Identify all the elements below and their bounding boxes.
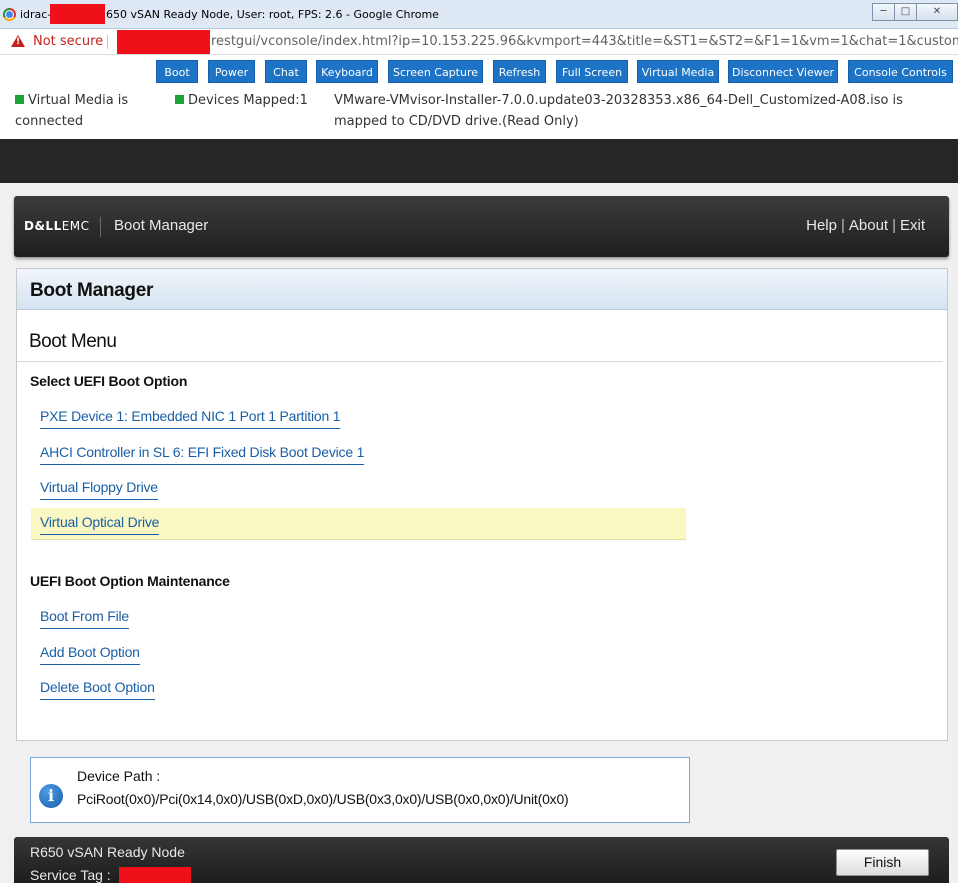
menu-title: Boot Menu — [29, 331, 117, 352]
panel-title: Boot Manager — [30, 280, 154, 301]
device-path-value: PciRoot(0x0)/Pci(0x14,0x0)/USB(0xD,0x0)/… — [77, 791, 569, 807]
virtual-floppy-link[interactable]: Virtual Floppy Drive — [40, 479, 158, 500]
power-button[interactable]: Power — [208, 60, 255, 83]
dell-header: D&LLEMC Boot Manager Help | About | Exit — [14, 196, 949, 257]
boot-button[interactable]: Boot — [156, 60, 198, 83]
status-indicator-icon — [15, 95, 24, 104]
title-bar: idrac- 650 vSAN Ready Node, User: root, … — [0, 0, 958, 29]
maintenance-option-item[interactable]: Add Boot Option — [31, 638, 686, 670]
header-links: Help | About | Exit — [806, 217, 925, 234]
finish-button[interactable]: Finish — [836, 849, 929, 876]
pxe-device-link[interactable]: PXE Device 1: Embedded NIC 1 Port 1 Part… — [40, 408, 341, 429]
window-controls: ─ □ ✕ — [872, 3, 958, 21]
window-title: 650 vSAN Ready Node, User: root, FPS: 2.… — [106, 8, 439, 21]
section-maintenance-heading: UEFI Boot Option Maintenance — [30, 573, 230, 589]
chrome-icon — [3, 8, 16, 21]
redacted-block — [50, 4, 105, 24]
maximize-icon[interactable]: □ — [894, 3, 917, 21]
iso-mapping-status: VMware-VMvisor-Installer-7.0.0.update03-… — [334, 93, 903, 129]
chat-button[interactable]: Chat — [265, 60, 307, 83]
status-indicator-icon — [175, 95, 184, 104]
keyboard-button[interactable]: Keyboard — [316, 60, 378, 83]
minimize-icon[interactable]: ─ — [872, 3, 895, 21]
close-icon[interactable]: ✕ — [916, 3, 958, 21]
warning-icon[interactable] — [11, 35, 25, 47]
console-footer: R650 vSAN Ready Node Service Tag : Finis… — [14, 837, 949, 883]
maintenance-option-item[interactable]: Delete Boot Option — [31, 673, 686, 705]
dell-emc-logo: D&LLEMC — [24, 219, 90, 233]
panel-header: Boot Manager — [17, 269, 947, 310]
boot-option-item[interactable]: AHCI Controller in SL 6: EFI Fixed Disk … — [31, 438, 686, 470]
maintenance-option-item[interactable]: Boot From File — [31, 602, 686, 634]
url-text[interactable]: restgui/vconsole/index.html?ip=10.153.22… — [211, 34, 958, 49]
model-name: R650 vSAN Ready Node — [30, 844, 185, 860]
info-label: Device Path : — [77, 768, 161, 784]
full-screen-button[interactable]: Full Screen — [556, 60, 628, 83]
security-label[interactable]: Not secure — [33, 34, 103, 49]
boot-from-file-link[interactable]: Boot From File — [40, 608, 129, 629]
screen-capture-button[interactable]: Screen Capture — [388, 60, 483, 83]
refresh-button[interactable]: Refresh — [493, 60, 546, 83]
boot-option-item-selected[interactable]: Virtual Optical Drive — [31, 508, 686, 540]
boot-option-item[interactable]: Virtual Floppy Drive — [31, 473, 686, 505]
device-path-info: i Device Path : PciRoot(0x0)/Pci(0x14,0x… — [30, 757, 690, 823]
virtual-optical-link[interactable]: Virtual Optical Drive — [40, 514, 159, 535]
delete-boot-option-link[interactable]: Delete Boot Option — [40, 679, 155, 700]
devices-mapped-status: Devices Mapped:1 — [175, 90, 308, 111]
add-boot-option-link[interactable]: Add Boot Option — [40, 644, 140, 665]
info-icon: i — [39, 784, 63, 808]
ahci-controller-link[interactable]: AHCI Controller in SL 6: EFI Fixed Disk … — [40, 444, 364, 465]
service-tag-label: Service Tag : — [30, 867, 111, 883]
exit-link[interactable]: Exit — [900, 217, 925, 234]
window-title-prefix: idrac- — [20, 8, 52, 21]
disconnect-viewer-button[interactable]: Disconnect Viewer — [728, 60, 838, 83]
boot-manager-panel: Boot Manager Boot Menu Select UEFI Boot … — [16, 268, 948, 741]
help-link[interactable]: Help — [806, 217, 837, 234]
header-title: Boot Manager — [114, 217, 209, 234]
console-top-border — [0, 139, 958, 183]
about-link[interactable]: About — [849, 217, 888, 234]
virtual-media-status: Virtual Media is connected — [15, 93, 129, 129]
viewer-toolbar: Boot Power Chat Keyboard Screen Capture … — [0, 55, 958, 139]
boot-option-item[interactable]: PXE Device 1: Embedded NIC 1 Port 1 Part… — [31, 402, 686, 434]
remote-console[interactable]: D&LLEMC Boot Manager Help | About | Exit Boo… — [0, 183, 958, 883]
redacted-block — [119, 867, 191, 883]
redacted-block — [117, 30, 210, 54]
divider — [107, 35, 108, 49]
browser-window: idrac- 650 vSAN Ready Node, User: root, … — [0, 0, 958, 883]
address-bar[interactable]: Not secure restgui/vconsole/index.html?i… — [0, 29, 958, 55]
divider — [17, 361, 943, 362]
virtual-media-button[interactable]: Virtual Media — [637, 60, 719, 83]
section-uefi-heading: Select UEFI Boot Option — [30, 373, 188, 389]
header-divider — [100, 217, 101, 237]
console-controls-button[interactable]: Console Controls — [848, 60, 953, 83]
